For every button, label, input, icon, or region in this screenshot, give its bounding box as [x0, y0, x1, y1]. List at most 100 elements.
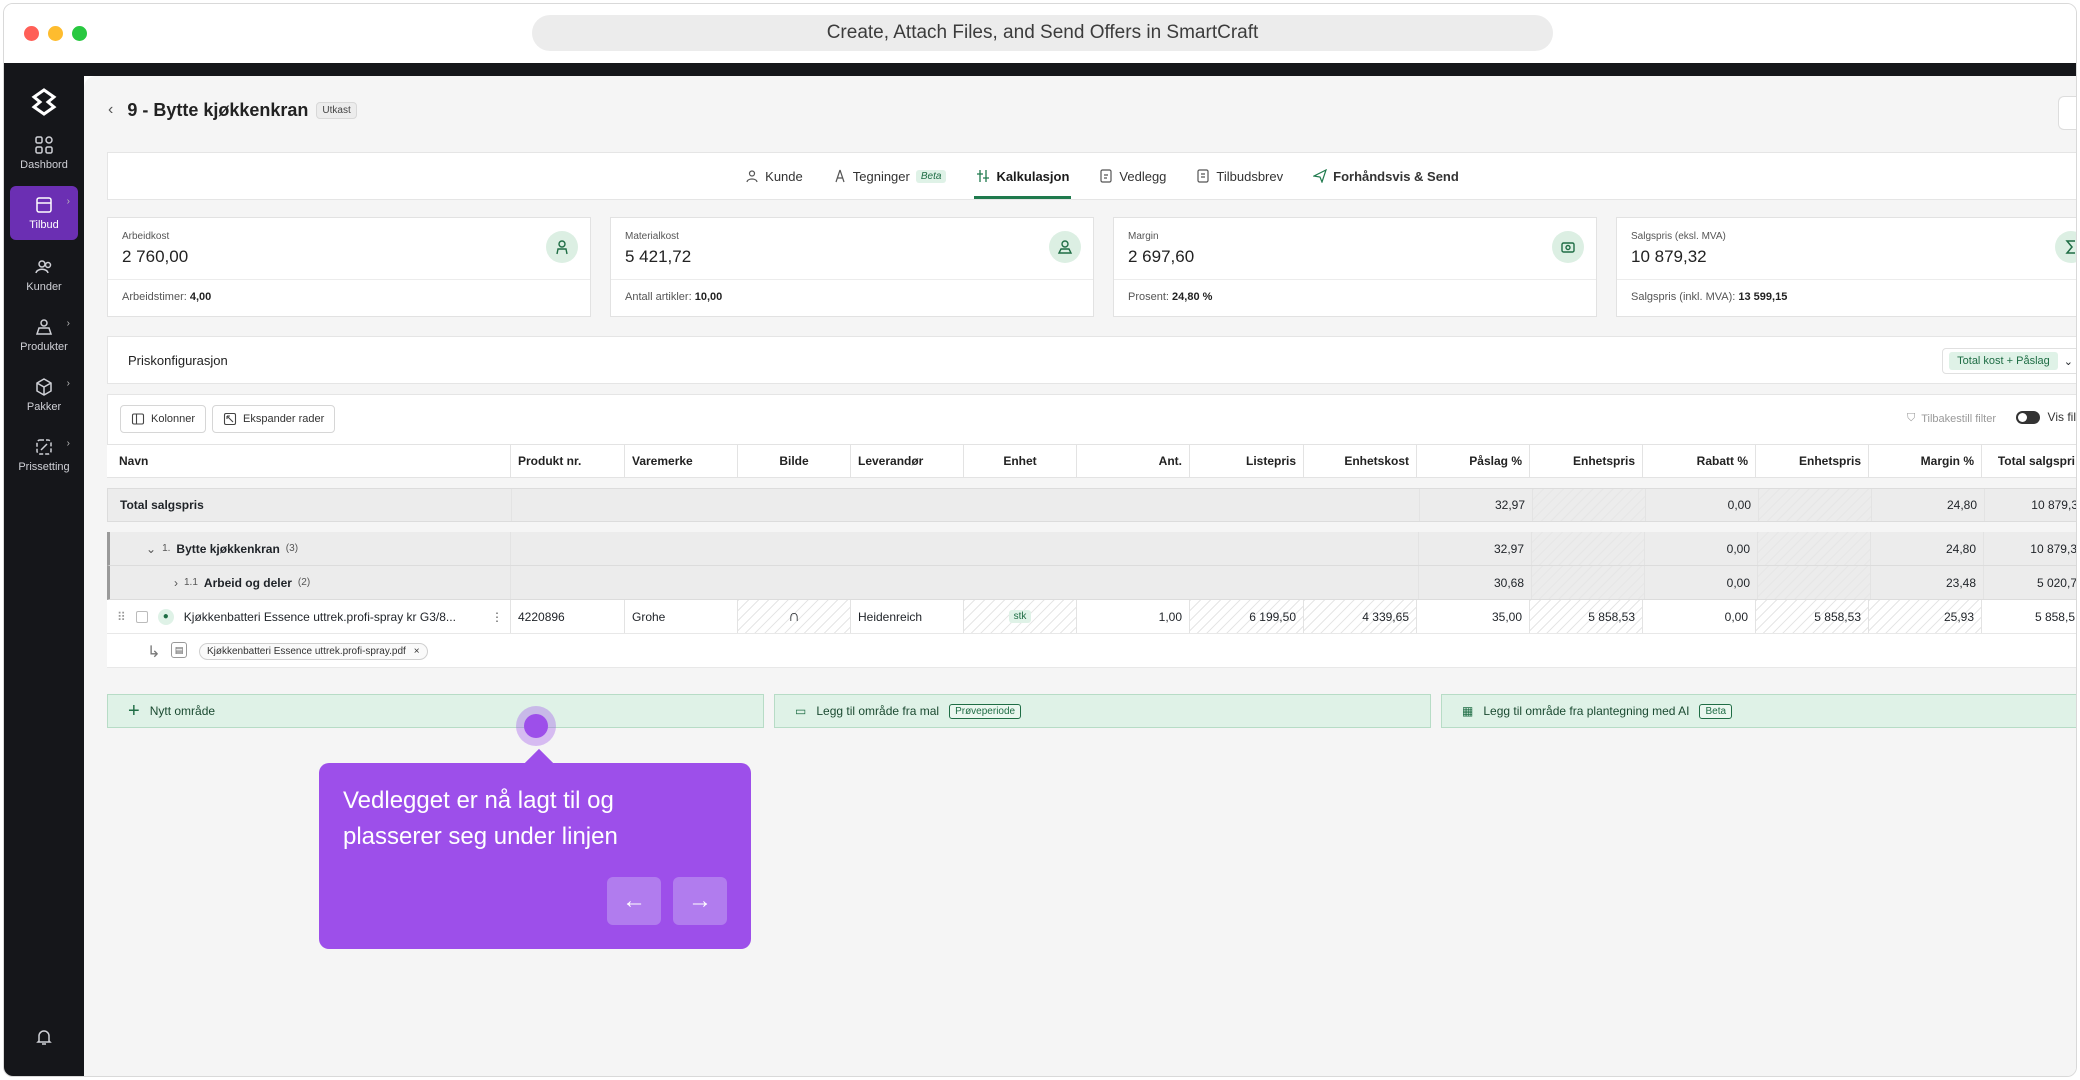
calculation-table: Navn Produkt nr. Varemerke Bilde Leveran…: [107, 444, 2077, 668]
margin-cell[interactable]: 25,93: [1869, 600, 1982, 633]
product-name-cell: ⠿ ● Kjøkkenbatteri Essence uttrek.profi-…: [107, 600, 511, 633]
tab-label: Vedlegg: [1119, 168, 1167, 184]
product-name[interactable]: Kjøkkenbatteri Essence uttrek.profi-spra…: [184, 610, 481, 624]
attachment-chip[interactable]: Kjøkkenbatteri Essence uttrek.profi-spra…: [199, 643, 428, 660]
tab-kalkulasjon[interactable]: Kalkulasjon: [974, 153, 1072, 199]
sidebar-item-dashboard[interactable]: Dashbord: [10, 126, 78, 180]
subgroup-row[interactable]: › 1.1 Arbeid og deler (2) 30,68 0,00 23,…: [107, 566, 2076, 600]
back-chevron-icon[interactable]: ‹: [108, 101, 113, 119]
paslag-cell[interactable]: 35,00: [1417, 600, 1530, 633]
show-filter-label: Vis filter: [2047, 410, 2076, 424]
smartcraft-logo-icon[interactable]: [31, 88, 57, 116]
more-vertical-icon[interactable]: ⋮: [491, 610, 503, 624]
pricing-icon: [36, 439, 52, 455]
column-header[interactable]: Varemerke: [625, 445, 738, 477]
remove-attachment-icon[interactable]: ×: [414, 646, 420, 657]
close-window-button[interactable]: [24, 26, 39, 41]
chevron-right-icon: ›: [66, 438, 70, 449]
sidebar-item-label: Dashbord: [20, 159, 68, 171]
card-sub-label: Antall artikler:: [625, 291, 692, 303]
column-header[interactable]: Enhetspris: [1530, 445, 1643, 477]
table-row[interactable]: ⠿ ● Kjøkkenbatteri Essence uttrek.profi-…: [107, 600, 2076, 634]
button-label: Legg til område fra mal: [816, 704, 940, 718]
card-arbeidkost: Arbeidkost 2 760,00 Arbeidstimer: 4,00: [107, 217, 591, 317]
minimize-window-button[interactable]: [48, 26, 63, 41]
rabatt-cell[interactable]: 0,00: [1643, 600, 1756, 633]
column-header[interactable]: Listepris: [1190, 445, 1304, 477]
columns-button[interactable]: Kolonner: [120, 405, 207, 433]
card-sub-value: 4,00: [189, 291, 212, 303]
page-title: 9 - Bytte kjøkkenkran: [127, 99, 309, 120]
table-header-row: Navn Produkt nr. Varemerke Bilde Leveran…: [107, 444, 2076, 478]
chevron-right-icon: ›: [66, 196, 70, 207]
column-header[interactable]: Ant.: [1077, 445, 1190, 477]
supplier-cell[interactable]: Heidenreich: [851, 600, 964, 633]
plus-icon: +: [128, 699, 140, 722]
column-header[interactable]: Rabatt %: [1643, 445, 1756, 477]
column-header[interactable]: Enhet: [964, 445, 1077, 477]
show-filter-toggle[interactable]: Vis filter: [2015, 410, 2076, 424]
tab-vedlegg[interactable]: Vedlegg: [1097, 153, 1168, 199]
total-cell: 10 879,3: [2031, 498, 2077, 512]
empty-cell: [1758, 566, 1871, 599]
maximize-window-button[interactable]: [72, 26, 87, 41]
more-options-button[interactable]: [2058, 96, 2076, 130]
column-header[interactable]: Bilde: [738, 445, 851, 477]
tab-forhandsvis-send[interactable]: Forhåndsvis & Send: [1311, 153, 1461, 199]
notifications-button[interactable]: [10, 1022, 78, 1052]
chevron-down-icon[interactable]: ⌄: [146, 542, 156, 556]
sidebar-item-prissetting[interactable]: › Prissetting: [10, 428, 78, 482]
attachment-icon: ▤: [171, 642, 187, 658]
expand-rows-button[interactable]: Ekspander rader: [212, 405, 336, 433]
drag-handle-icon[interactable]: ⠿: [117, 610, 126, 624]
margin-cell: 23,48: [1871, 566, 1984, 599]
price-mode-select[interactable]: Total kost + Påslag ⌄: [1942, 348, 2076, 374]
sidebar-item-pakker[interactable]: › Pakker: [10, 368, 78, 422]
sidebar-item-tilbud[interactable]: › Tilbud: [10, 186, 78, 240]
column-header[interactable]: Navn: [107, 445, 511, 477]
sidebar-item-kunder[interactable]: Kunder: [10, 248, 78, 302]
sidebar-item-produkter[interactable]: › Produkter: [10, 308, 78, 362]
row-checkbox[interactable]: [135, 610, 148, 623]
tab-tilbudsbrev[interactable]: Tilbudsbrev: [1194, 153, 1285, 199]
previous-step-button[interactable]: ←: [607, 877, 661, 925]
area-from-template-button[interactable]: ▭ Legg til område fra mal Prøveperiode: [774, 694, 1431, 728]
button-label: Ekspander rader: [243, 413, 325, 425]
brand-cell[interactable]: Grohe: [625, 600, 738, 633]
worker-icon: [546, 231, 578, 263]
calculator-icon: [36, 197, 52, 213]
unitcost-cell[interactable]: 4 339,65: [1304, 600, 1417, 633]
column-header[interactable]: Leverandør: [851, 445, 964, 477]
unitprice-cell[interactable]: 5 858,53: [1530, 600, 1643, 633]
column-header[interactable]: Påslag %: [1417, 445, 1530, 477]
column-header[interactable]: Margin %: [1869, 445, 1982, 477]
next-step-button[interactable]: →: [673, 877, 727, 925]
card-label: Salgspris (eksl. MVA): [1631, 231, 1726, 242]
margin-cell: 24,80: [1871, 532, 1984, 565]
column-header[interactable]: Enhetspris: [1756, 445, 1869, 477]
group-number: 1.1: [184, 577, 198, 588]
tooltip-text: Vedlegget er nå lagt til og plasserer se…: [343, 787, 618, 850]
tour-beacon[interactable]: [516, 706, 556, 746]
chevron-right-icon[interactable]: ›: [174, 576, 178, 590]
card-value: 2 697,60: [1128, 247, 1195, 266]
tab-tegninger[interactable]: Tegninger Beta: [831, 153, 949, 199]
new-area-button[interactable]: + Nytt område: [107, 694, 764, 728]
image-cell[interactable]: ∩: [738, 600, 851, 633]
tab-kunde[interactable]: Kunde: [743, 153, 805, 199]
prodnr-cell[interactable]: 4220896: [511, 600, 625, 633]
toggle-switch[interactable]: [2015, 410, 2040, 424]
column-header[interactable]: Produkt nr.: [511, 445, 625, 477]
price-config-title: Priskonfigurasjon: [128, 353, 228, 368]
qty-cell[interactable]: 1,00: [1077, 600, 1190, 633]
total-cell: 10 879,3: [2030, 541, 2077, 556]
group-row[interactable]: ⌄ 1. Bytte kjøkkenkran (3) 32,97 0,00 24…: [107, 532, 2077, 566]
divider: [108, 279, 590, 280]
unitprice-cell[interactable]: 5 858,53: [1756, 600, 1869, 633]
column-header[interactable]: Total salgspri: [1982, 445, 2076, 477]
listprice-cell[interactable]: 6 199,50: [1190, 600, 1304, 633]
column-header[interactable]: Enhetskost: [1304, 445, 1417, 477]
reset-filter-button[interactable]: ⛉ Tilbakestill filter: [1907, 412, 1996, 425]
area-from-floorplan-ai-button[interactable]: ▦ Legg til område fra plantegning med AI…: [1441, 694, 2076, 728]
unit-cell[interactable]: stk: [964, 600, 1077, 633]
